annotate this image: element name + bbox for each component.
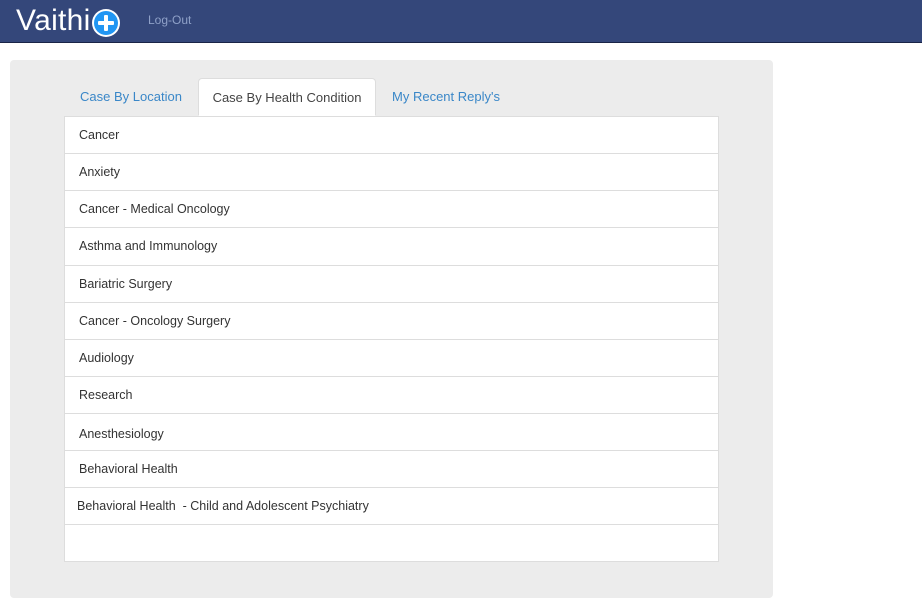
logout-link[interactable]: Log-Out [148, 13, 191, 27]
brand-name: Vaithi [16, 4, 91, 37]
list-item-label: Cancer - Oncology Surgery [79, 314, 231, 328]
tab-bar: Case By Location Case By Health Conditio… [64, 78, 719, 116]
list-item[interactable]: Behavioral Health [65, 451, 718, 488]
top-navbar: Vaithi Log-Out [0, 0, 922, 43]
list-item-label: Behavioral Health - Child and Adolescent… [77, 499, 369, 513]
list-item[interactable] [65, 525, 718, 562]
list-item[interactable]: Behavioral Health - Child and Adolescent… [65, 488, 718, 525]
list-item[interactable]: Cancer [65, 117, 718, 154]
list-item[interactable]: Asthma and Immunology [65, 228, 718, 266]
list-item[interactable]: Research [65, 377, 718, 414]
tab-my-recent-replys[interactable]: My Recent Reply's [376, 78, 516, 116]
list-item[interactable]: Anxiety [65, 154, 718, 191]
tab-case-by-location[interactable]: Case By Location [64, 78, 198, 116]
list-item-label: Anxiety [79, 165, 120, 179]
list-item[interactable]: Cancer - Medical Oncology [65, 191, 718, 228]
list-item[interactable]: Audiology [65, 340, 718, 377]
list-item-label: Asthma and Immunology [79, 239, 218, 253]
list-item-label: Behavioral Health [79, 462, 178, 476]
list-item-label: Research [79, 388, 133, 402]
list-item-label: Audiology [79, 351, 134, 365]
list-item[interactable]: Bariatric Surgery [65, 266, 718, 303]
plus-circle-icon [91, 8, 120, 37]
list-item-label: Cancer [79, 128, 120, 142]
list-item-label: Bariatric Surgery [79, 277, 173, 291]
list-item[interactable]: Anesthesiology [65, 414, 718, 451]
brand-logo[interactable]: Vaithi [16, 3, 120, 39]
list-item-label: Cancer - Medical Oncology [79, 202, 230, 216]
list-item-label: Anesthesiology [79, 427, 164, 441]
health-condition-list: Cancer Anxiety Cancer - Medical Oncology… [64, 116, 719, 562]
list-item[interactable]: Cancer - Oncology Surgery [65, 303, 718, 340]
tab-case-by-health-condition[interactable]: Case By Health Condition [198, 78, 376, 116]
